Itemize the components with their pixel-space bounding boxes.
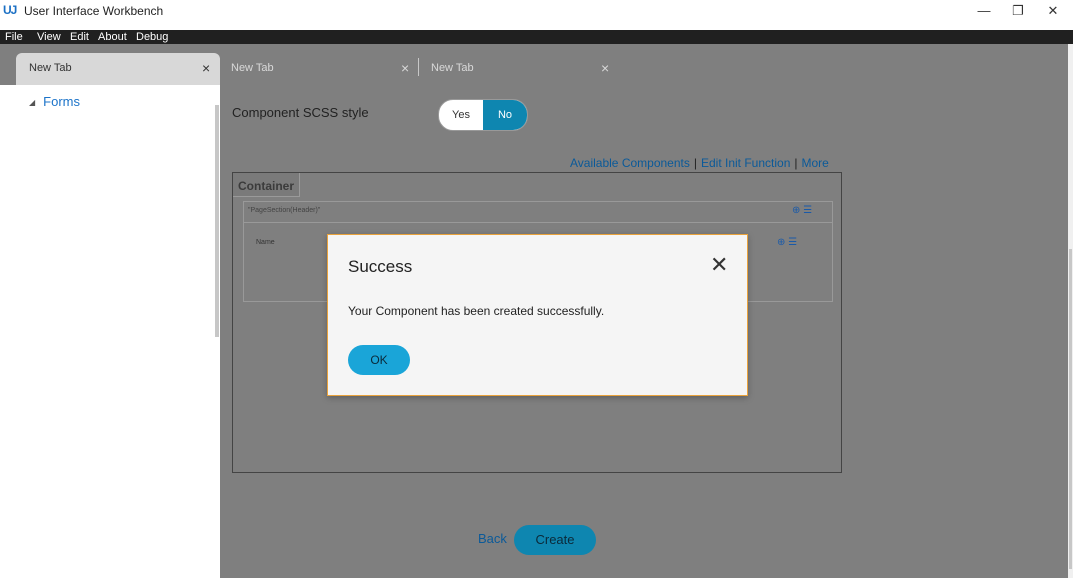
add-menu-icon[interactable]: ⊕ ☰ <box>792 205 812 216</box>
scss-style-label: Component SCSS style <box>232 105 369 120</box>
menu-file[interactable]: File <box>5 30 23 44</box>
link-separator: | <box>693 156 697 170</box>
toggle-no[interactable]: No <box>483 100 527 130</box>
tab-strip: New Tab × New Tab × New Tab × <box>0 44 1068 87</box>
back-link[interactable]: Back <box>478 531 507 546</box>
menu-edit[interactable]: Edit <box>70 30 89 44</box>
edit-init-function-link[interactable]: Edit Init Function <box>701 156 790 170</box>
page-section-header: "PageSection(Header)" ⊕ ☰ <box>244 202 832 223</box>
app-logo-icon: UJ <box>3 3 17 17</box>
dialog-title: Success <box>348 257 413 276</box>
container-label: Container <box>233 173 300 197</box>
title-bar: UJ User Interface Workbench — ❐ ✕ <box>0 0 1073 30</box>
tab-close-icon[interactable]: × <box>202 53 210 83</box>
name-field-label: Name <box>256 239 275 246</box>
menu-about[interactable]: About <box>98 30 127 44</box>
tab-close-icon[interactable]: × <box>601 53 609 83</box>
row-add-menu-icon[interactable]: ⊕ ☰ <box>777 237 797 248</box>
page-scrollbar[interactable] <box>1068 44 1073 578</box>
toggle-yes[interactable]: Yes <box>439 100 483 130</box>
tab-new-3[interactable]: New Tab × <box>420 53 620 87</box>
window-title: User Interface Workbench <box>24 4 164 18</box>
ok-button[interactable]: OK <box>348 345 410 375</box>
page-section-label: "PageSection(Header)" <box>248 207 321 214</box>
tab-label: New Tab <box>231 62 274 74</box>
menu-debug[interactable]: Debug <box>136 30 168 44</box>
tab-close-icon[interactable]: × <box>401 53 409 83</box>
editor-links: Available Components | Edit Init Function |… <box>570 156 829 170</box>
close-window-button[interactable]: ✕ <box>1033 0 1073 22</box>
scrollbar-thumb[interactable] <box>1069 249 1072 569</box>
scss-style-toggle[interactable]: Yes No <box>438 99 528 131</box>
dialog-message: Your Component has been created successf… <box>348 304 605 318</box>
tab-label: New Tab <box>431 62 474 74</box>
menu-view[interactable]: View <box>37 30 61 44</box>
tab-new-2[interactable]: New Tab × <box>220 53 420 87</box>
more-link[interactable]: More <box>802 156 829 170</box>
menu-bar: File View Edit About Debug <box>0 30 1073 44</box>
tree-node-forms[interactable]: ◢ Forms <box>29 94 80 109</box>
tab-label: New Tab <box>29 62 72 74</box>
tree-node-label: Forms <box>43 94 80 109</box>
tab-new-1[interactable]: New Tab × <box>16 53 220 87</box>
link-separator: | <box>794 156 798 170</box>
restore-button[interactable]: ❐ <box>998 0 1038 22</box>
sidebar-scrollbar[interactable] <box>215 105 219 337</box>
component-sidebar: ◢ Forms <box>15 85 220 578</box>
collapse-triangle-icon[interactable]: ◢ <box>29 98 35 107</box>
tab-separator <box>418 58 419 76</box>
close-icon[interactable]: ✕ <box>710 254 728 276</box>
success-dialog: Success ✕ Your Component has been create… <box>327 234 748 396</box>
create-button[interactable]: Create <box>514 525 596 555</box>
available-components-link[interactable]: Available Components <box>570 156 690 170</box>
